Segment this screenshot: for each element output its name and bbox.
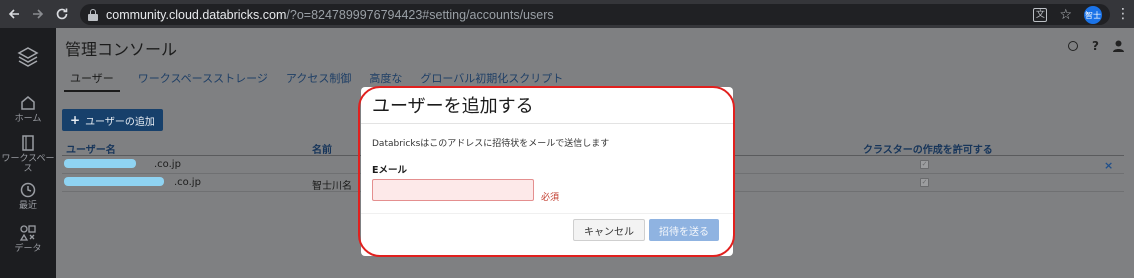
redaction-mask [64, 177, 164, 186]
sidebar-item-label: ホーム [14, 114, 42, 124]
url-text[interactable]: community.cloud.databricks.com/?o=824789… [106, 8, 554, 22]
back-button[interactable] [2, 0, 26, 28]
browser-toolbar: community.cloud.databricks.com/?o=824789… [0, 0, 1134, 28]
sidebar-item-label: ワークスペース [1, 154, 55, 174]
home-icon [21, 96, 35, 110]
column-header-allow-cluster-creation: クラスターの作成を許可する [863, 145, 993, 156]
lock-icon [88, 8, 98, 21]
allow-cluster-checkbox[interactable]: ✓ [920, 178, 929, 187]
plus-icon: + [70, 113, 81, 127]
add-user-button-label: ユーザーの追加 [85, 116, 155, 128]
address-bar[interactable]: community.cloud.databricks.com/?o=824789… [80, 4, 1110, 25]
url-host: community.cloud.databricks.com [106, 7, 287, 22]
sidebar-item-recent[interactable]: 最近 [0, 181, 56, 211]
sidebar-item-data[interactable]: データ [0, 224, 56, 254]
reload-icon [56, 8, 68, 20]
reload-button[interactable] [50, 0, 74, 28]
sidebar-item-workspace[interactable]: ワークスペース [0, 134, 56, 174]
tab-workspace-storage[interactable]: ワークスペースストレージ [138, 70, 268, 92]
workspace-icon [22, 135, 34, 151]
send-invite-button[interactable]: 招待を送る [649, 219, 719, 241]
dialog-description: Databricksはこのアドレスに招待状をメールで送信します [372, 139, 610, 149]
required-message: 必須 [541, 193, 560, 203]
sidebar-item-label: データ [14, 244, 42, 254]
profile-avatar[interactable]: 智士 [1084, 6, 1102, 24]
name-cell: 智士川名 [312, 181, 352, 192]
remove-user-icon[interactable]: × [1104, 159, 1113, 172]
email-field[interactable] [372, 179, 534, 201]
clock-icon [20, 182, 36, 198]
add-user-button[interactable]: + ユーザーの追加 [62, 109, 163, 131]
translate-icon[interactable]: 文 [1033, 8, 1048, 22]
forward-button[interactable] [26, 0, 50, 28]
username-cell: .co.jp [154, 159, 181, 170]
sidebar-item-label: 最近 [18, 201, 37, 211]
email-label: Eメール [372, 165, 407, 176]
data-icon [19, 225, 36, 241]
url-path: /?o=8247899976794423#setting/accounts/us… [286, 7, 554, 22]
help-icon[interactable]: ? [1092, 39, 1099, 53]
column-header-username[interactable]: ユーザー名 [66, 141, 116, 156]
dialog-divider [361, 123, 733, 124]
sidebar: ホーム ワークスペース 最近 データ [0, 28, 56, 278]
bookmark-star-icon[interactable]: ☆ [1059, 7, 1072, 23]
status-clock-icon[interactable] [1068, 41, 1079, 51]
username-cell: .co.jp [174, 177, 201, 188]
redaction-mask [64, 159, 136, 168]
page-title: 管理コンソール [65, 40, 178, 59]
user-icon[interactable] [1113, 40, 1124, 52]
arrow-right-icon [33, 9, 44, 19]
browser-menu-icon[interactable]: ⋮ [1116, 6, 1130, 22]
arrow-left-icon [8, 9, 19, 19]
sidebar-item-home[interactable]: ホーム [0, 94, 56, 124]
databricks-logo-icon[interactable] [17, 46, 39, 68]
add-user-dialog: ユーザーを追加する Databricksはこのアドレスに招待状をメールで送信しま… [361, 87, 733, 256]
dialog-footer-divider [361, 213, 733, 214]
allow-cluster-checkbox[interactable]: ✓ [920, 160, 929, 169]
column-header-name[interactable]: 名前 [312, 141, 332, 156]
cancel-button[interactable]: キャンセル [573, 219, 645, 241]
tab-access-control[interactable]: アクセス制御 [286, 70, 351, 92]
dialog-title: ユーザーを追加する [372, 96, 534, 117]
tab-users[interactable]: ユーザー [64, 70, 120, 92]
